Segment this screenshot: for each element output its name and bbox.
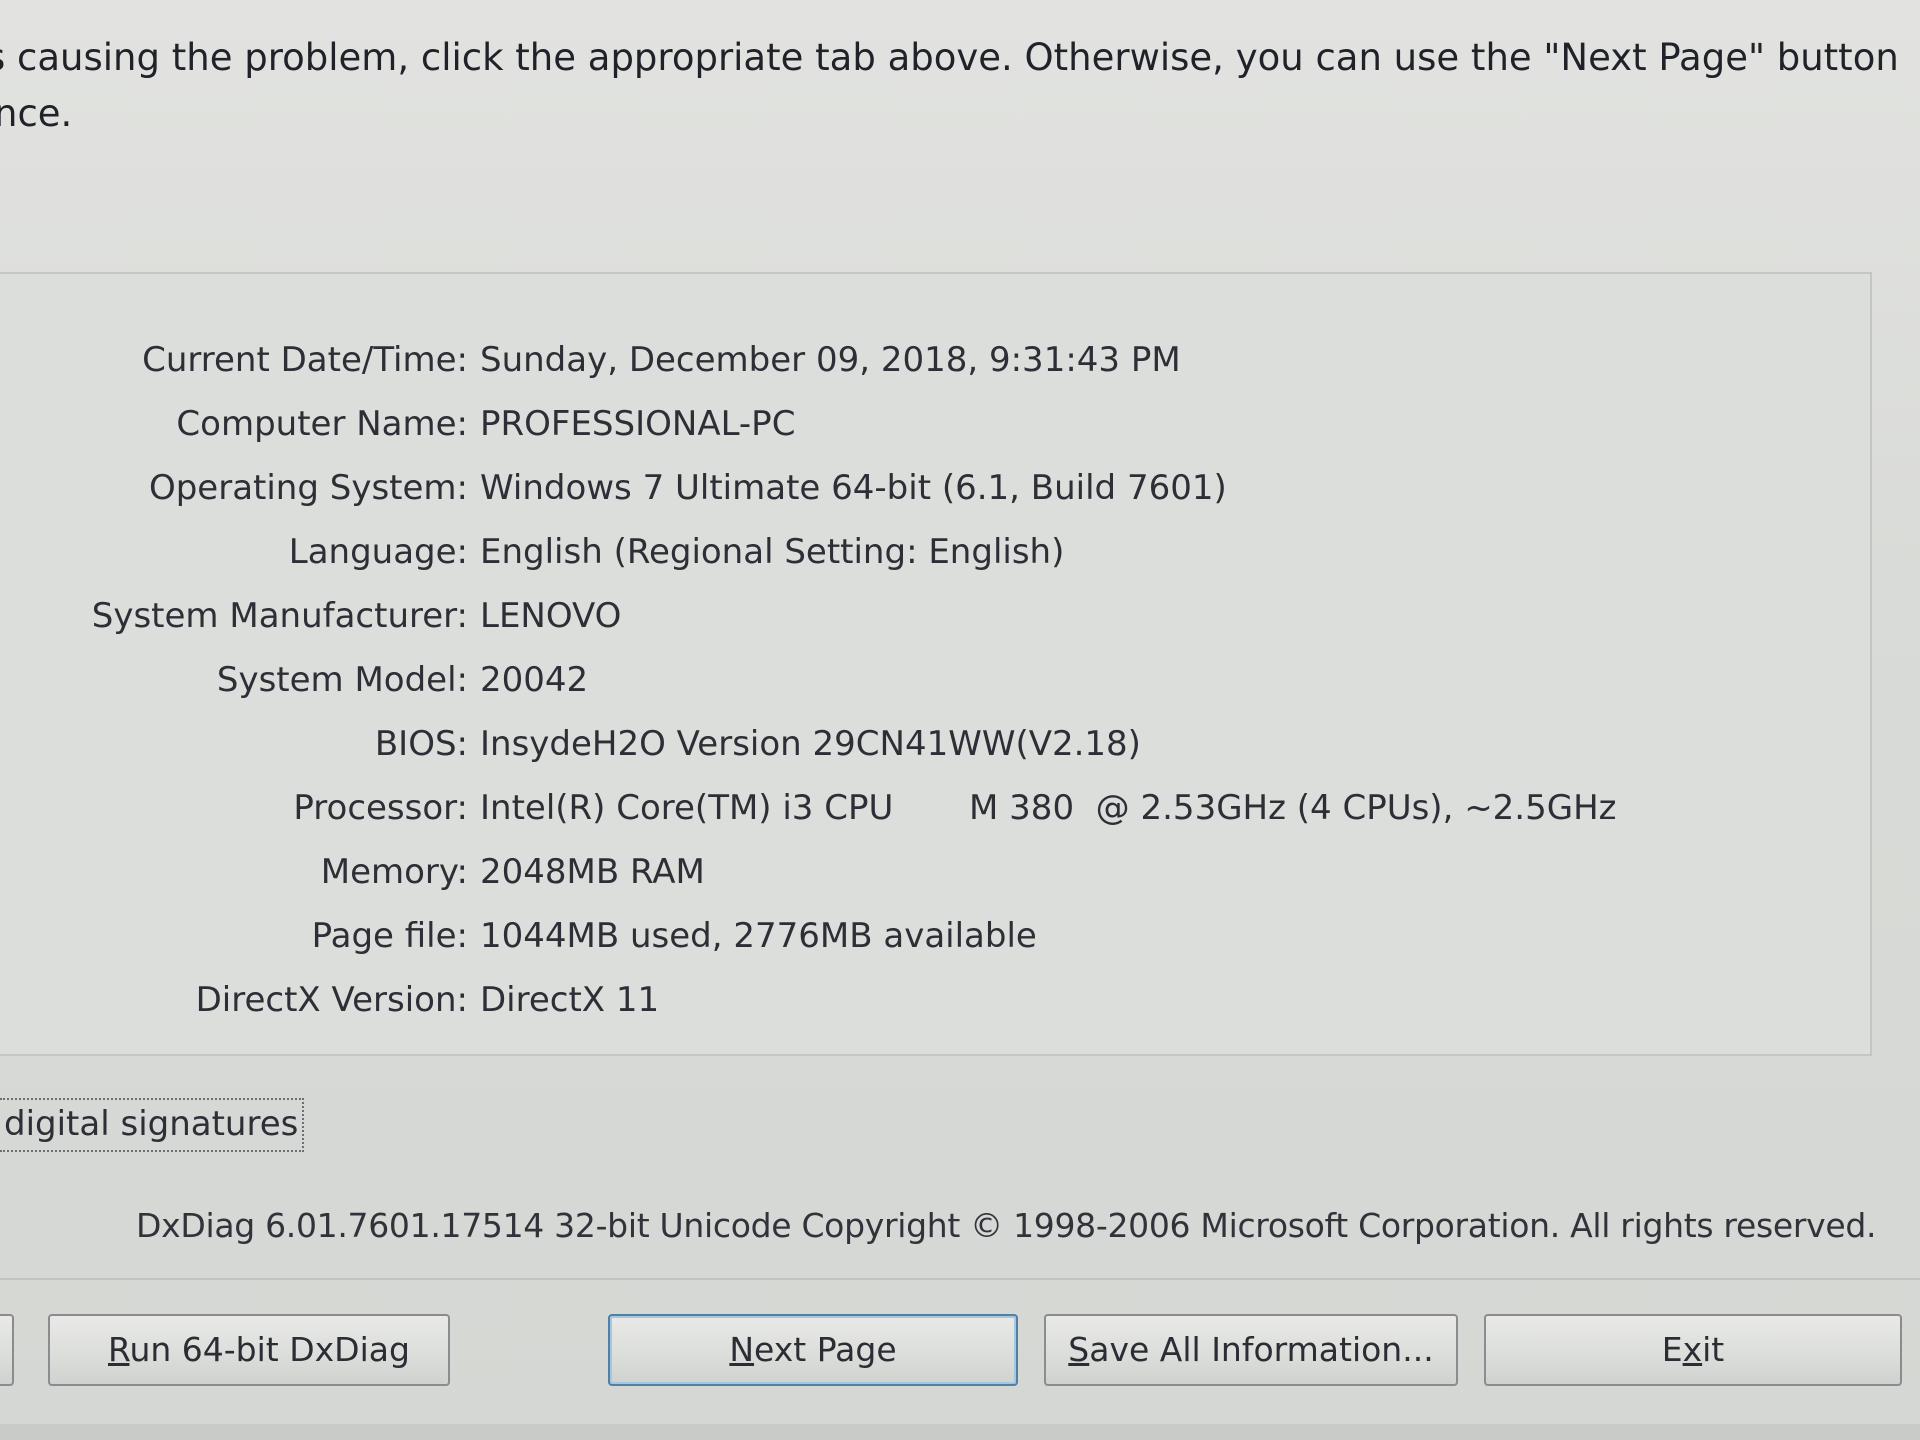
intro-text: s causing the problem, click the appropr… <box>0 30 1900 142</box>
info-value: DirectX 11 <box>480 980 660 1020</box>
save-label: ave All Information... <box>1089 1330 1434 1369</box>
next-accel: N <box>729 1330 755 1369</box>
copyright-text: DxDiag 6.01.7601.17514 32-bit Unicode Co… <box>136 1206 1877 1245</box>
info-label: Language: <box>288 532 468 572</box>
checkbox-label: digital signatures <box>4 1104 299 1144</box>
info-value: PROFESSIONAL-PC <box>480 404 796 444</box>
info-label: System Manufacturer: <box>91 596 468 636</box>
intro-line-2: nce. <box>0 92 73 135</box>
info-label: Memory: <box>320 852 468 892</box>
info-row-bios: BIOS: InsydeH2O Version 29CN41WW(V2.18) <box>0 712 1700 776</box>
info-row-system-manufacturer: System Manufacturer: LENOVO <box>0 584 1700 648</box>
info-row-processor: Processor: Intel(R) Core(TM) i3 CPU M 38… <box>0 776 1700 840</box>
info-row-page-file: Page file: 1044MB used, 2776MB available <box>0 904 1700 968</box>
info-value: 20042 <box>480 660 589 700</box>
help-button[interactable] <box>0 1314 14 1386</box>
info-value: LENOVO <box>480 596 622 636</box>
run-64-bit-dxdiag-button[interactable]: Run 64-bit DxDiag <box>48 1314 450 1386</box>
info-value: Intel(R) Core(TM) i3 CPU M 380 @ 2.53GHz… <box>480 788 1617 828</box>
run-label: un 64-bit DxDiag <box>129 1330 410 1369</box>
info-value: English (Regional Setting: English) <box>480 532 1065 572</box>
info-row-operating-system: Operating System: Windows 7 Ultimate 64-… <box>0 456 1700 520</box>
next-label: ext Page <box>754 1330 897 1369</box>
info-label: DirectX Version: <box>195 980 468 1020</box>
intro-line-1: s causing the problem, click the appropr… <box>0 36 1900 79</box>
info-label: Current Date/Time: <box>142 340 468 380</box>
run-accel: R <box>108 1330 130 1369</box>
info-row-directx-version: DirectX Version: DirectX 11 <box>0 968 1700 1032</box>
save-accel: S <box>1068 1330 1090 1369</box>
info-value: Sunday, December 09, 2018, 9:31:43 PM <box>480 340 1181 380</box>
dxdiag-window: s causing the problem, click the appropr… <box>0 0 1920 1440</box>
exit-post: it <box>1702 1330 1725 1369</box>
info-label: Processor: <box>293 788 468 828</box>
check-digital-signatures-checkbox[interactable]: digital signatures <box>0 1098 305 1152</box>
save-all-information-button[interactable]: Save All Information... <box>1044 1314 1458 1386</box>
info-label: Computer Name: <box>176 404 468 444</box>
next-page-button[interactable]: Next Page <box>608 1314 1018 1386</box>
system-info-table: Current Date/Time: Sunday, December 09, … <box>0 328 1700 1032</box>
info-row-system-model: System Model: 20042 <box>0 648 1700 712</box>
window-bottom-edge <box>0 1424 1920 1440</box>
info-row-date-time: Current Date/Time: Sunday, December 09, … <box>0 328 1700 392</box>
info-label: Operating System: <box>148 468 468 508</box>
info-value: 2048MB RAM <box>480 852 705 892</box>
info-value: Windows 7 Ultimate 64-bit (6.1, Build 76… <box>480 468 1227 508</box>
info-value: InsydeH2O Version 29CN41WW(V2.18) <box>480 724 1141 764</box>
info-label: Page file: <box>311 916 468 956</box>
info-label: BIOS: <box>374 724 468 764</box>
info-label: System Model: <box>216 660 468 700</box>
exit-pre: E <box>1661 1330 1683 1369</box>
info-row-memory: Memory: 2048MB RAM <box>0 840 1700 904</box>
exit-accel: x <box>1682 1330 1703 1369</box>
info-row-computer-name: Computer Name: PROFESSIONAL-PC <box>0 392 1700 456</box>
exit-button[interactable]: Exit <box>1484 1314 1902 1386</box>
divider <box>0 1278 1920 1280</box>
info-row-language: Language: English (Regional Setting: Eng… <box>0 520 1700 584</box>
info-value: 1044MB used, 2776MB available <box>480 916 1037 956</box>
